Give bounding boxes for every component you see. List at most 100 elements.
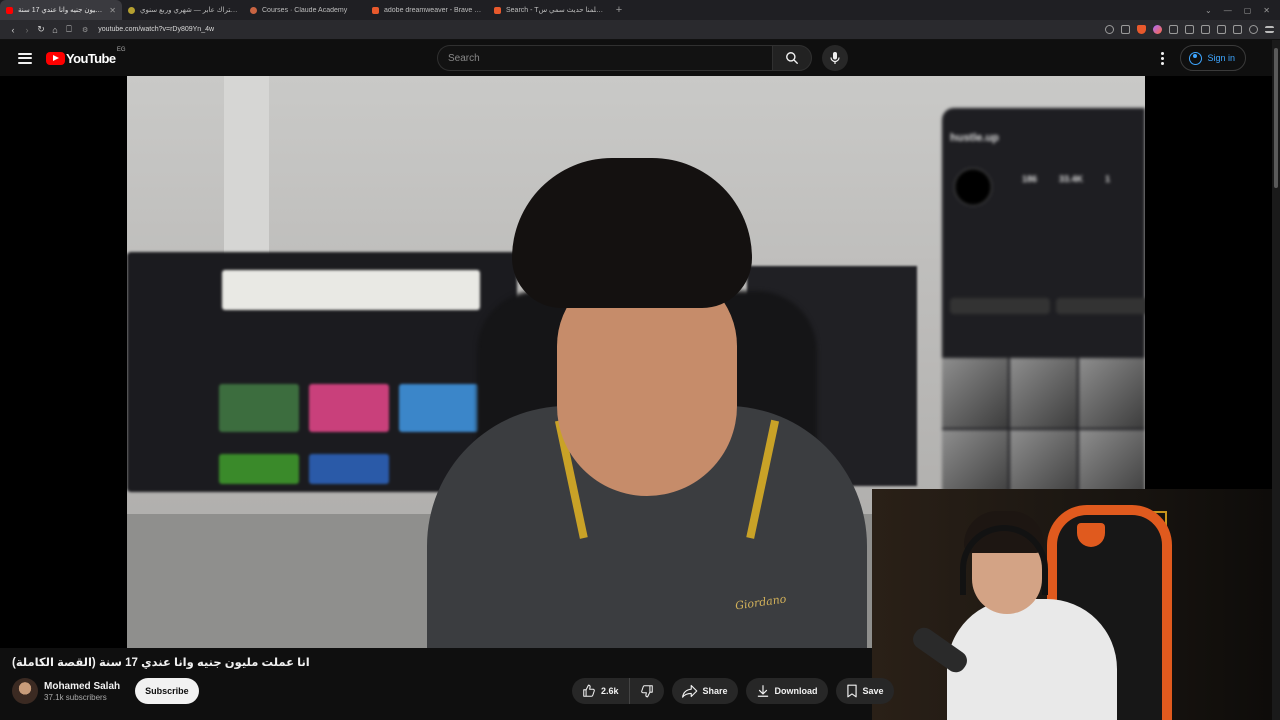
- header-right-tools: Sign in: [1161, 45, 1246, 71]
- save-button[interactable]: Save: [835, 678, 894, 704]
- close-tab-icon[interactable]: ✕: [109, 6, 116, 15]
- reload-icon[interactable]: ↻: [34, 24, 48, 35]
- instagram-profile-overlay: hustle.up 186 33.4K 1: [942, 108, 1145, 500]
- browser-tab-5[interactable]: Search - Tبحث الى مسلمنا حديث سمي س: [488, 0, 610, 20]
- brave-shield-icon[interactable]: [1137, 25, 1146, 34]
- search-box: [437, 45, 848, 71]
- save-label: Save: [862, 686, 884, 696]
- sidebar-icon[interactable]: [1201, 25, 1210, 34]
- thumbs-up-icon: [583, 684, 595, 697]
- logo-text: YouTube: [66, 50, 116, 66]
- reader-icon[interactable]: [1185, 25, 1194, 34]
- microphone-icon: [830, 52, 840, 64]
- site-settings-icon[interactable]: ⚙: [82, 26, 88, 34]
- overlay-handle: hustle.up: [950, 132, 999, 144]
- window-controls: ⌄ — ▢ ✕: [1205, 6, 1280, 15]
- settings-more-icon[interactable]: [1161, 51, 1165, 65]
- download-button[interactable]: Download: [745, 678, 828, 704]
- page-scrollbar[interactable]: [1272, 40, 1280, 720]
- monitor-thumb: [309, 454, 389, 484]
- browser-tab-3[interactable]: Courses · Claude Academy: [244, 0, 366, 20]
- share-button[interactable]: Share: [671, 678, 738, 704]
- hamburger-menu-icon[interactable]: [18, 52, 32, 64]
- bookmark-icon[interactable]: ⎕: [62, 24, 76, 35]
- channel-name[interactable]: Mohamed Salah: [44, 681, 120, 692]
- minimize-icon[interactable]: —: [1224, 6, 1232, 15]
- voice-search-button[interactable]: [822, 45, 848, 71]
- dislike-button[interactable]: [630, 678, 664, 704]
- brave-rewards-icon[interactable]: [1153, 25, 1162, 34]
- thumbs-down-icon: [640, 685, 653, 698]
- monitor-banner: [222, 270, 480, 310]
- search-icon: [786, 52, 798, 64]
- monitor-thumb: [219, 454, 299, 484]
- tab-title: adobe dreamweaver - Brave Search: [384, 6, 482, 14]
- zoom-icon[interactable]: [1105, 25, 1114, 34]
- tab-title: انا عملت مليون جنيه وانا عندي 17 سنة: [18, 7, 104, 14]
- forward-icon[interactable]: ›: [20, 25, 34, 35]
- youtube-play-icon: [46, 51, 65, 65]
- youtube-favicon-icon: [6, 6, 13, 14]
- home-icon[interactable]: ⌂: [48, 25, 62, 35]
- youtube-header: YouTube EG Sign in: [0, 40, 1272, 76]
- channel-info: Mohamed Salah 37.1k subscribers: [44, 681, 120, 702]
- subscribe-button[interactable]: Subscribe: [135, 678, 199, 704]
- monitor-thumb: [309, 384, 389, 432]
- video-title: انا عملت مليون جنيه وانا عندي 17 سنة (ال…: [12, 657, 310, 669]
- browser-tab-bar: انا عملت مليون جنيه وانا عندي 17 سنة ✕ أ…: [0, 0, 1280, 20]
- browser-toolbar: ‹ › ↻ ⌂ ⎕ ⚙ youtube.com/watch?v=rDy809Yn…: [0, 20, 1280, 40]
- download-label: Download: [774, 686, 818, 696]
- overlay-post-grid: [942, 358, 1145, 500]
- like-count: 2.6k: [601, 686, 619, 696]
- monitor-thumb: [399, 384, 479, 432]
- overlay-stat: 33.4K: [1059, 174, 1084, 184]
- back-icon[interactable]: ‹: [6, 25, 20, 35]
- search-input[interactable]: [437, 45, 772, 71]
- scrollbar-thumb[interactable]: [1274, 48, 1278, 188]
- sign-in-label: Sign in: [1207, 53, 1235, 63]
- download-icon: [757, 685, 768, 697]
- browser-tab-youtube[interactable]: انا عملت مليون جنيه وانا عندي 17 سنة ✕: [0, 0, 122, 20]
- tab-list-icon[interactable]: ⌄: [1205, 6, 1212, 15]
- streamer-shirt: [947, 599, 1117, 720]
- share-label: Share: [702, 686, 728, 696]
- extensions-icon[interactable]: [1233, 25, 1242, 34]
- tab-title: Courses · Claude Academy: [262, 6, 348, 14]
- new-tab-button[interactable]: +: [610, 4, 628, 16]
- overlay-stat: 186: [1022, 174, 1038, 184]
- overlay-stat: 1: [1105, 174, 1111, 184]
- wallet-icon[interactable]: [1217, 25, 1226, 34]
- channel-avatar[interactable]: [12, 678, 38, 704]
- like-dislike-group: 2.6k: [572, 678, 664, 704]
- bookmark-save-icon: [846, 684, 857, 698]
- sign-in-button[interactable]: Sign in: [1180, 45, 1246, 71]
- search-button[interactable]: [772, 45, 812, 71]
- close-window-icon[interactable]: ✕: [1263, 6, 1270, 15]
- brave-favicon-icon: [372, 6, 379, 14]
- tab-title: أسعار اشتراك عابر — شهري وربع سنوي: [140, 7, 238, 14]
- channel-owner: Mohamed Salah 37.1k subscribers Subscrib…: [12, 678, 199, 704]
- claude-favicon-icon: [250, 6, 257, 14]
- address-bar[interactable]: youtube.com/watch?v=rDy809Yn_4w: [98, 26, 214, 33]
- overlay-profile-picture: [954, 168, 992, 206]
- cast-icon[interactable]: [1121, 25, 1130, 34]
- monitor-thumb: [219, 384, 299, 432]
- browser-menu-icon[interactable]: [1265, 26, 1274, 33]
- person-hair: [512, 158, 752, 308]
- extensions-area: [1105, 25, 1274, 34]
- country-code: EG: [116, 46, 126, 53]
- browser-tab-4[interactable]: adobe dreamweaver - Brave Search: [366, 0, 488, 20]
- youtube-logo[interactable]: YouTube EG: [46, 47, 125, 66]
- webcam-overlay: [872, 489, 1272, 720]
- like-button[interactable]: 2.6k: [572, 678, 630, 704]
- subscriber-count: 37.1k subscribers: [44, 692, 107, 702]
- site-favicon-icon: [128, 6, 135, 14]
- overlay-stats: 186 33.4K 1: [1022, 174, 1110, 184]
- share-icon: [681, 684, 697, 698]
- maximize-icon[interactable]: ▢: [1244, 6, 1252, 15]
- account-icon: [1189, 51, 1203, 65]
- browser-tab-2[interactable]: أسعار اشتراك عابر — شهري وربع سنوي: [122, 0, 244, 20]
- music-icon[interactable]: [1169, 25, 1178, 34]
- vpn-icon[interactable]: [1249, 25, 1258, 34]
- tab-title: Search - Tبحث الى مسلمنا حديث سمي س: [506, 7, 604, 14]
